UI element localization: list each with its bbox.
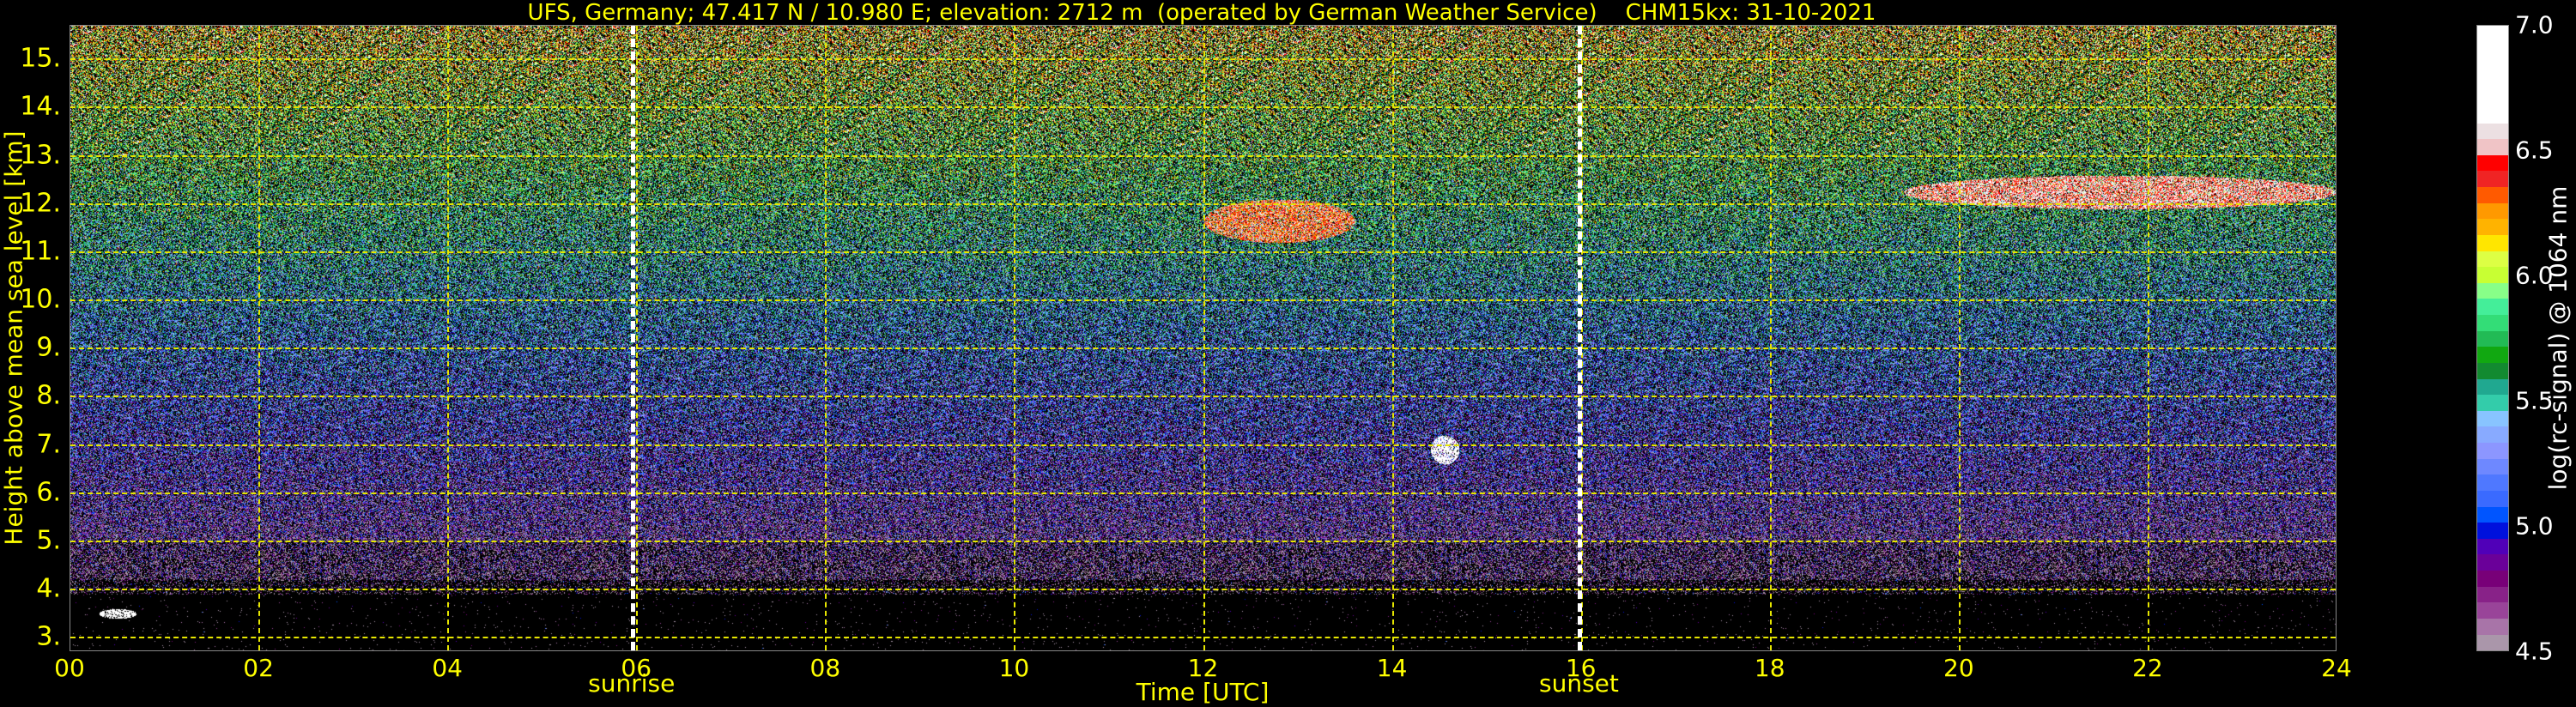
x-tick-label: 00	[54, 654, 85, 682]
x-tick-label: 10	[998, 654, 1030, 682]
x-gridline	[1203, 26, 1205, 650]
x-tick-label: 24	[2321, 654, 2352, 682]
colorbar-tick-label: 5.5	[2515, 386, 2554, 415]
plot-area	[70, 25, 2337, 651]
x-tick-label: 02	[243, 654, 274, 682]
colorbar-swatch	[2477, 267, 2508, 283]
colorbar-swatch	[2477, 474, 2508, 491]
colorbar-swatch	[2477, 571, 2508, 587]
colorbar-swatch	[2477, 523, 2508, 539]
colorbar-swatch	[2477, 26, 2508, 124]
colorbar-swatch	[2477, 315, 2508, 331]
y-tick-label: 15.	[20, 43, 61, 74]
colorbar-swatch	[2477, 187, 2508, 203]
colorbar-swatch	[2477, 602, 2508, 619]
x-gridline	[1769, 26, 1772, 650]
colorbar-swatch	[2477, 506, 2508, 523]
y-tick-label: 14.	[20, 91, 61, 122]
x-tick-label: 22	[2132, 654, 2163, 682]
colorbar-swatch	[2477, 426, 2508, 444]
colorbar-swatch	[2477, 586, 2508, 603]
colorbar-swatch	[2477, 219, 2508, 235]
colorbar-swatch	[2477, 171, 2508, 188]
colorbar-swatch	[2477, 123, 2508, 140]
x-gridline	[447, 26, 450, 650]
chart-title: UFS, Germany; 47.417 N / 10.980 E; eleva…	[527, 0, 1876, 26]
colorbar-tick-label: 4.5	[2515, 637, 2554, 666]
colorbar-swatch	[2477, 299, 2508, 316]
colorbar-tick-label: 5.0	[2515, 511, 2554, 541]
y-tick-label: 4.	[36, 573, 61, 604]
x-tick-label: 08	[809, 654, 841, 682]
y-tick-label: 11.	[20, 236, 61, 267]
colorbar-swatch	[2477, 443, 2508, 459]
x-tick-label: 18	[1754, 654, 1785, 682]
y-tick-label: 12.	[20, 188, 61, 219]
colorbar-swatch	[2477, 347, 2508, 363]
y-tick-label: 10.	[20, 284, 61, 315]
x-tick-label: 04	[432, 654, 463, 682]
colorbar-swatch	[2477, 378, 2508, 396]
y-tick-label: 7.	[36, 429, 61, 460]
x-gridline	[636, 26, 639, 650]
colorbar-tick-label: 7.0	[2515, 10, 2554, 39]
colorbar-swatch	[2477, 618, 2508, 635]
colorbar-swatch	[2477, 554, 2508, 571]
colorbar-swatch	[2477, 634, 2508, 651]
x-gridline	[1014, 26, 1016, 650]
colorbar-swatch	[2477, 154, 2508, 172]
colorbar-label: log(rc-signal) @ 1064 nm	[2543, 185, 2573, 491]
x-gridline	[825, 26, 827, 650]
x-tick-label: 12	[1187, 654, 1219, 682]
sunset-label: sunset	[1539, 669, 1619, 698]
y-tick-label: 5.	[36, 525, 61, 556]
colorbar-swatch	[2477, 410, 2508, 427]
y-tick-label: 8.	[36, 380, 61, 411]
colorbar-swatch	[2477, 282, 2508, 299]
colorbar-swatch	[2477, 202, 2508, 220]
colorbar	[2476, 25, 2509, 651]
colorbar-swatch	[2477, 395, 2508, 411]
colorbar-swatch	[2477, 490, 2508, 507]
sunset-line	[1578, 26, 1583, 650]
colorbar-swatch	[2477, 330, 2508, 347]
colorbar-swatch	[2477, 458, 2508, 475]
colorbar-swatch	[2477, 139, 2508, 155]
y-tick-label: 3.	[36, 621, 61, 652]
colorbar-swatch	[2477, 362, 2508, 379]
x-gridline	[1391, 26, 1394, 650]
colorbar-swatch	[2477, 251, 2508, 268]
colorbar-tick-label: 6.0	[2515, 261, 2554, 290]
sunrise-line	[630, 26, 635, 650]
y-tick-label: 9.	[36, 332, 61, 363]
y-tick-label: 13.	[20, 140, 61, 171]
x-gridline	[1958, 26, 1961, 650]
colorbar-swatch	[2477, 234, 2508, 251]
sunrise-label: sunrise	[588, 669, 676, 698]
x-gridline	[258, 26, 261, 650]
y-tick-label: 6.	[36, 477, 61, 508]
x-tick-label: 20	[1943, 654, 1974, 682]
colorbar-swatch	[2477, 538, 2508, 555]
x-tick-label: 14	[1376, 654, 1408, 682]
x-gridline	[2147, 26, 2149, 650]
colorbar-tick-label: 6.5	[2515, 136, 2554, 165]
